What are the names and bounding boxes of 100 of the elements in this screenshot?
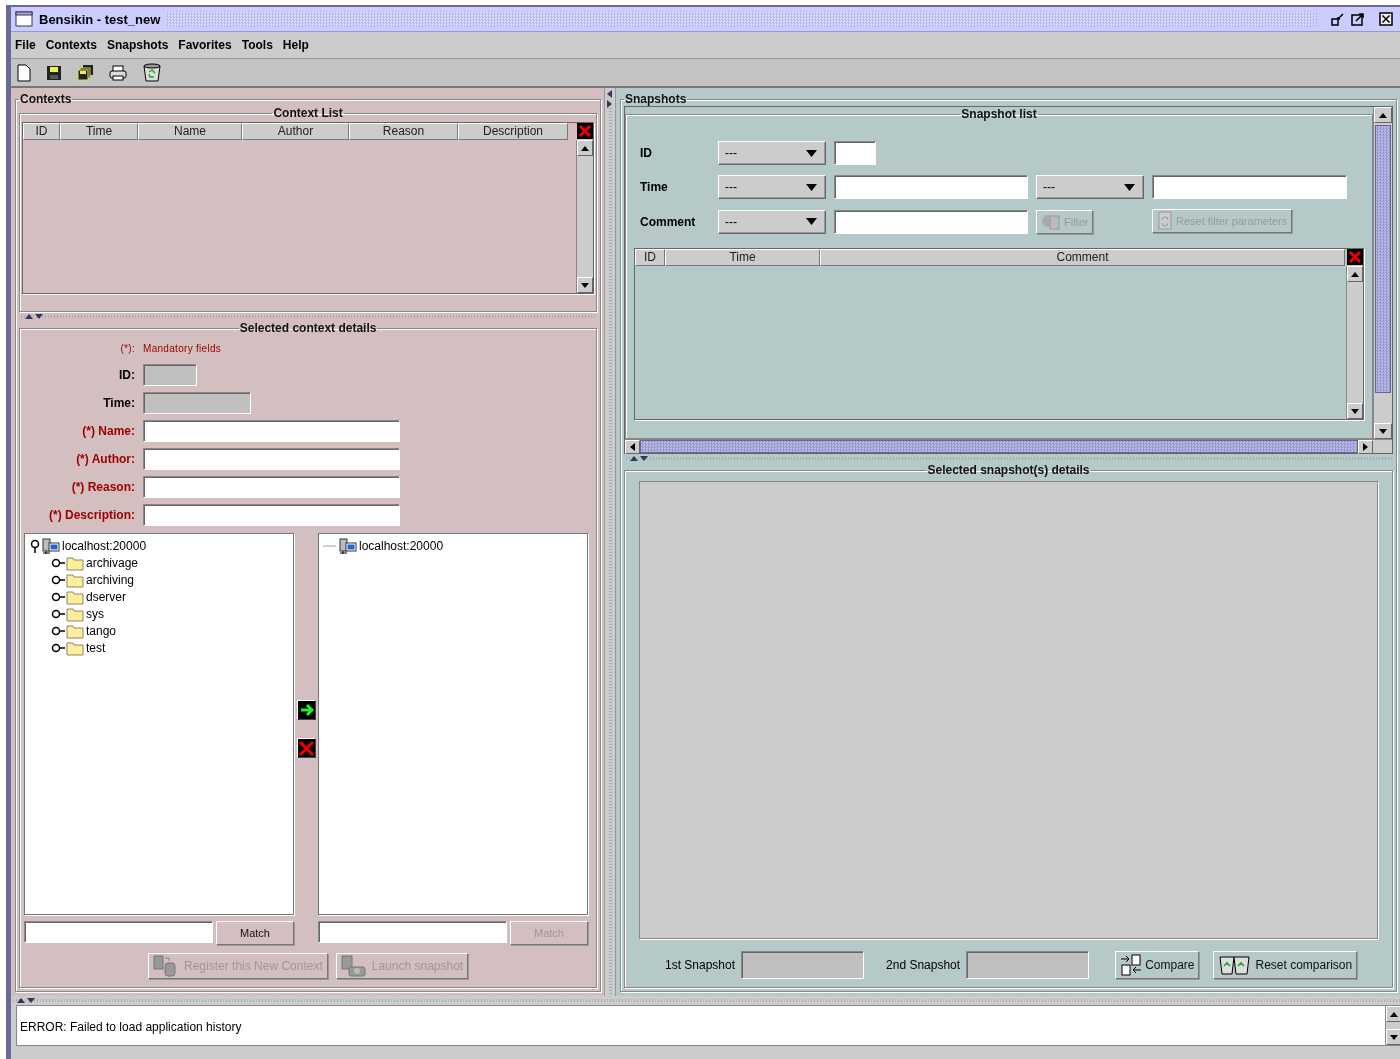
add-arrow-button[interactable] [296, 700, 316, 720]
tree-item[interactable]: tango [86, 623, 117, 638]
close-icon[interactable] [1379, 12, 1393, 26]
collapsed-handle-icon[interactable] [51, 557, 65, 568]
dropdown[interactable]: --- [718, 209, 826, 234]
match-field[interactable] [24, 921, 213, 943]
tree-item[interactable]: sys [86, 606, 104, 621]
folder-icon [66, 554, 84, 571]
split-arrows-icon[interactable] [607, 90, 614, 108]
tree-item[interactable]: dserver [86, 589, 126, 604]
remove-button[interactable] [296, 738, 316, 758]
text-field[interactable] [834, 175, 1028, 199]
menu-item[interactable]: Contexts [45, 38, 97, 52]
folder-icon [66, 605, 84, 622]
compare-label: 2nd Snapshot [886, 958, 961, 972]
tree-item[interactable]: test [86, 640, 106, 655]
column-header[interactable]: Reason [349, 123, 458, 140]
column-header[interactable]: Name [138, 123, 242, 140]
filter-label: ID [640, 146, 653, 160]
compare-button[interactable]: Reset comparison [1213, 951, 1358, 979]
collapsed-handle-icon[interactable] [51, 642, 65, 653]
folder-icon [66, 571, 84, 588]
text-field[interactable] [143, 504, 400, 526]
panel-title: Snapshots [624, 92, 688, 106]
collapsed-handle-icon[interactable] [51, 625, 65, 636]
x-mark-icon[interactable] [577, 123, 594, 139]
match-field[interactable] [318, 921, 507, 943]
menu-item[interactable]: File [15, 38, 36, 52]
column-header[interactable]: Comment [820, 249, 1345, 266]
folder-icon [66, 588, 84, 605]
horizontal-scrollbar[interactable] [625, 439, 1392, 453]
menu-item[interactable]: Help [282, 38, 309, 52]
panel-title: Selected snapshot(s) details [926, 463, 1091, 477]
caret-icon [806, 149, 817, 157]
vertical-scrollbar[interactable] [1385, 1006, 1400, 1045]
collapsed-handle-icon[interactable] [51, 591, 65, 602]
column-header[interactable]: Description [458, 123, 568, 140]
field-label: ID: [118, 368, 135, 382]
text-field[interactable] [834, 209, 1028, 234]
panel-title: Selected context details [238, 321, 378, 335]
compare-icon [1120, 954, 1143, 976]
text-field[interactable] [143, 448, 400, 470]
mandatory-note: Mandatory fields [143, 342, 222, 354]
tree-item[interactable]: archivage [86, 555, 139, 570]
split-arrows-icon[interactable] [17, 997, 35, 1004]
recycle-bin-icon[interactable] [142, 62, 162, 83]
tree-item[interactable]: archiving [86, 572, 135, 587]
vertical-scrollbar[interactable] [576, 140, 594, 293]
save-icon[interactable] [46, 64, 62, 81]
column-header[interactable]: Time [665, 249, 820, 266]
collapsed-handle-icon[interactable] [51, 608, 65, 619]
vertical-scrollbar[interactable] [1373, 107, 1392, 439]
match-button[interactable]: Match [216, 921, 294, 945]
folder-icon [66, 622, 84, 639]
vertical-scrollbar[interactable] [1346, 266, 1363, 419]
field-label: (*) Name: [81, 424, 135, 438]
filter-label: Time [640, 180, 669, 194]
text-field[interactable] [143, 476, 400, 498]
new-file-icon[interactable] [17, 63, 31, 82]
printer-icon[interactable] [109, 64, 127, 81]
refresh-document-icon [1157, 211, 1173, 231]
computer-icon [42, 537, 60, 554]
filter-label: Comment [640, 214, 697, 229]
text-field[interactable] [1152, 175, 1347, 199]
expanded-handle-icon[interactable] [29, 538, 41, 553]
window-icon [15, 11, 33, 27]
text-field[interactable] [143, 420, 400, 442]
collapsed-handle-icon[interactable] [51, 574, 65, 585]
menu-item[interactable]: Snapshots [107, 38, 169, 52]
recycle-bins-icon [1218, 954, 1253, 976]
mandatory-mark: (*): [119, 342, 135, 354]
caret-icon [1124, 183, 1135, 191]
column-header[interactable]: Time [60, 123, 138, 140]
folder-icon [66, 639, 84, 656]
field-label: Time: [102, 396, 135, 410]
column-header[interactable]: ID [23, 123, 60, 140]
split-arrows-icon[interactable] [25, 313, 43, 320]
column-header[interactable]: Author [242, 123, 349, 140]
x-mark-icon[interactable] [1347, 249, 1363, 265]
compare-button[interactable]: Compare [1115, 951, 1200, 979]
split-arrows-icon[interactable] [630, 455, 648, 462]
dropdown[interactable]: --- [718, 141, 826, 165]
panel-title: Context List [272, 106, 344, 120]
menu-item[interactable]: Favorites [178, 38, 232, 52]
dropdown[interactable]: --- [1036, 175, 1144, 199]
camera-icon [340, 955, 369, 977]
tree-item[interactable]: localhost:20000 [359, 538, 444, 553]
field-label: (*) Description: [48, 508, 135, 522]
menu-item[interactable]: Tools [241, 38, 273, 52]
computer-icon [339, 537, 357, 554]
compare-label: 1st Snapshot [665, 958, 736, 972]
minimize-icon[interactable] [1331, 12, 1345, 26]
column-header[interactable]: ID [635, 249, 665, 266]
caret-icon [806, 183, 817, 191]
text-field[interactable] [834, 141, 876, 165]
maximize-icon[interactable] [1351, 12, 1365, 26]
panel-title: Snapshot list [960, 107, 1038, 121]
dropdown[interactable]: --- [718, 175, 826, 199]
tree-item[interactable]: localhost:20000 [62, 538, 147, 553]
save-all-icon[interactable] [77, 64, 94, 81]
